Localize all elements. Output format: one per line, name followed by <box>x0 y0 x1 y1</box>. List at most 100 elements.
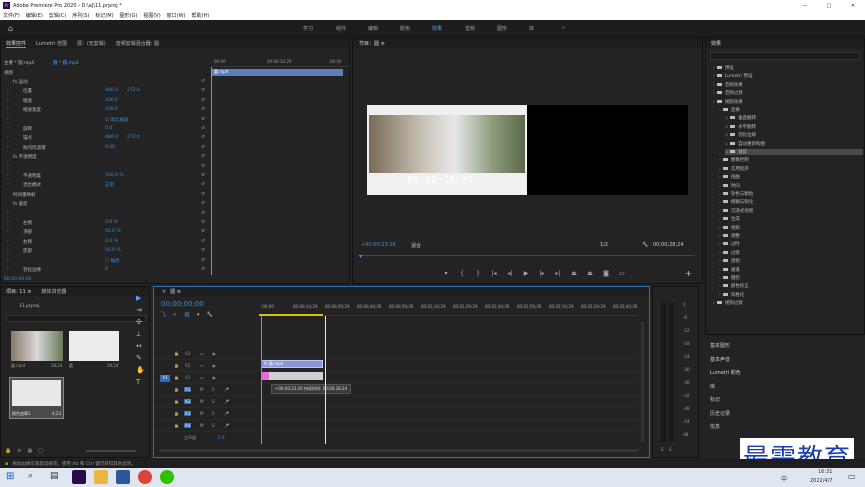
sync-lock-icon[interactable]: ▭ <box>200 363 204 368</box>
clip-thumbnail[interactable] <box>11 331 63 361</box>
timeline-scrollbar[interactable] <box>159 449 639 452</box>
effect-row-value[interactable]: 50.0 % <box>105 248 121 253</box>
effect-row[interactable]: › 旋转 0.0 ↺ <box>1 126 210 135</box>
premiere-taskbar-icon[interactable] <box>72 470 86 484</box>
video-track-lane[interactable] <box>259 349 639 360</box>
effect-row-expander-icon[interactable]: › <box>7 173 9 178</box>
effect-row-expander-icon[interactable]: › <box>7 182 9 187</box>
effect-tree-item[interactable]: › 沉浸式视频 <box>719 208 753 214</box>
workspace-effects[interactable]: 效果 <box>432 25 442 32</box>
effect-row-expander-icon[interactable]: › <box>7 248 9 253</box>
add-button-icon[interactable]: + <box>685 269 692 278</box>
track-label[interactable]: A4 <box>184 423 192 428</box>
lock-track-icon[interactable]: 🔒 <box>174 387 179 392</box>
workspace-assembly[interactable]: 组件 <box>336 25 346 32</box>
lock-track-icon[interactable]: 🔒 <box>174 363 179 368</box>
mark-in-icon[interactable]: { <box>457 269 467 278</box>
effect-tree-item[interactable]: › 生成 <box>719 216 740 222</box>
taskbar-time[interactable]: 16:31 <box>818 469 832 475</box>
explorer-taskbar-icon[interactable] <box>94 470 108 484</box>
side-panel-tab[interactable]: 历史记录 <box>710 410 730 417</box>
tab-source[interactable]: 源：(无剪辑) <box>77 40 106 47</box>
effects-title[interactable]: 效果 <box>711 40 721 47</box>
microphone-icon[interactable]: 🎤 <box>224 411 229 416</box>
reset-icon[interactable]: ↺ <box>201 126 205 131</box>
lock-track-icon[interactable]: 🔒 <box>174 411 179 416</box>
effect-tree-item[interactable]: › 图像控制 <box>719 157 749 163</box>
effect-row-value[interactable]: 0 <box>105 267 108 272</box>
effect-tree-item[interactable]: ▫ 裁剪 <box>725 149 863 155</box>
side-panel-tab[interactable]: 基本声音 <box>710 356 730 363</box>
add-marker-icon[interactable]: ▾ <box>441 269 451 278</box>
timeline-timecode[interactable]: 00;00;00;00 <box>161 300 204 308</box>
reset-icon[interactable]: ↺ <box>201 164 205 169</box>
reset-icon[interactable]: ↺ <box>201 220 205 225</box>
effect-row[interactable]: ›时间重映射↺ <box>1 192 210 201</box>
workspace-color[interactable]: 颜色 <box>400 25 410 32</box>
slip-tool-icon[interactable]: ↔ <box>136 342 142 350</box>
reset-icon[interactable]: ↺ <box>201 192 205 197</box>
audio-track-header[interactable]: 🔒 A1 M S 🎤 <box>154 385 258 396</box>
home-icon[interactable]: ⌂ <box>8 24 13 33</box>
menu-clip[interactable]: 剪辑(C) <box>49 12 66 19</box>
ec-timecode[interactable]: 00:00:00:00 <box>4 277 31 282</box>
microphone-icon[interactable]: 🎤 <box>224 399 229 404</box>
reset-icon[interactable]: ↺ <box>201 98 205 103</box>
effect-row-value[interactable]: 0.00 <box>105 145 115 150</box>
word-taskbar-icon[interactable] <box>116 470 130 484</box>
play-icon[interactable]: ▶ <box>521 269 531 278</box>
program-title[interactable]: 节目：圆 ≡ <box>359 40 385 47</box>
effect-row-value[interactable]: 100.0 <box>105 107 118 112</box>
eye-icon[interactable]: ◉ <box>212 351 216 356</box>
sequence-header[interactable]: 圆 * 圆.mp4 <box>53 60 79 66</box>
snap-icon[interactable]: ∩ <box>173 312 177 318</box>
workspace-audio[interactable]: 音频 <box>465 25 475 32</box>
solo-button[interactable]: S <box>212 399 215 404</box>
go-to-out-icon[interactable]: ▸| <box>553 269 563 278</box>
effect-row[interactable]: ›fx 运动↺ <box>1 79 210 88</box>
effect-tree-item[interactable]: ▫ 自动重新构图 <box>725 141 765 147</box>
zoom-slider[interactable] <box>86 450 136 452</box>
effect-tree-item[interactable]: › 颜色校正 <box>719 283 749 289</box>
menu-window[interactable]: 窗口(W) <box>167 12 186 19</box>
microphone-icon[interactable]: 🎤 <box>224 387 229 392</box>
effect-row-expander-icon[interactable]: › <box>7 211 9 216</box>
effect-row[interactable]: › 位置 480.0 272.0 ↺ <box>1 88 210 97</box>
menu-help[interactable]: 帮助(H) <box>192 12 210 19</box>
effect-row-expander-icon[interactable]: › <box>7 229 9 234</box>
selection-tool-icon[interactable]: ▶ <box>136 294 141 302</box>
effect-row-expander-icon[interactable]: › <box>7 117 9 122</box>
effects-search-input[interactable] <box>710 52 860 60</box>
effect-row-expander-icon[interactable]: › <box>7 258 9 263</box>
side-panel-tab[interactable]: 库 <box>710 383 715 390</box>
audio-track-lane[interactable] <box>259 421 639 432</box>
menu-graphics[interactable]: 图形(G) <box>120 12 138 19</box>
effect-row-value[interactable]: 100.0 <box>105 98 118 103</box>
effect-row-expander-icon[interactable]: › <box>7 126 9 131</box>
reset-icon[interactable]: ↺ <box>201 135 205 140</box>
hand-tool-icon[interactable]: ✋ <box>136 366 145 374</box>
taskbar-search-icon[interactable]: ⌕ <box>28 471 33 481</box>
pen-tool-icon[interactable]: ✎ <box>136 354 142 362</box>
timeline-clip-video[interactable]: fx 圆.mp4 <box>261 360 323 368</box>
effect-tree-item[interactable]: › 风格化 <box>719 292 744 298</box>
effect-row-value2[interactable]: 272.0 <box>127 88 140 93</box>
menu-sequence[interactable]: 序列(S) <box>72 12 89 19</box>
audio-track-lane[interactable] <box>259 409 639 420</box>
reset-icon[interactable]: ↺ <box>201 79 205 84</box>
lock-track-icon[interactable]: 🔒 <box>174 423 179 428</box>
source-patch-v1[interactable]: V1 <box>160 375 170 382</box>
program-current-time[interactable]: +00;00;23;26 <box>361 242 396 248</box>
resolution-dropdown[interactable]: 1/2 <box>600 242 608 248</box>
add-marker-tl-icon[interactable]: ▾ <box>197 312 200 318</box>
workspace-editing[interactable]: 编辑 <box>368 25 378 32</box>
reset-icon[interactable]: ↺ <box>201 229 205 234</box>
linked-selection-icon[interactable]: ⛓ <box>184 312 190 318</box>
effect-row-value[interactable]: 0.0 <box>105 126 112 131</box>
project-search-input[interactable] <box>6 315 146 322</box>
effect-row-value[interactable]: 0.0 % <box>105 220 118 225</box>
export-frame-icon[interactable]: ◙ <box>601 269 611 278</box>
mute-button[interactable]: M <box>200 423 203 428</box>
mark-out-icon[interactable]: } <box>473 269 483 278</box>
effect-tree-item[interactable]: › 透视 <box>719 258 740 264</box>
